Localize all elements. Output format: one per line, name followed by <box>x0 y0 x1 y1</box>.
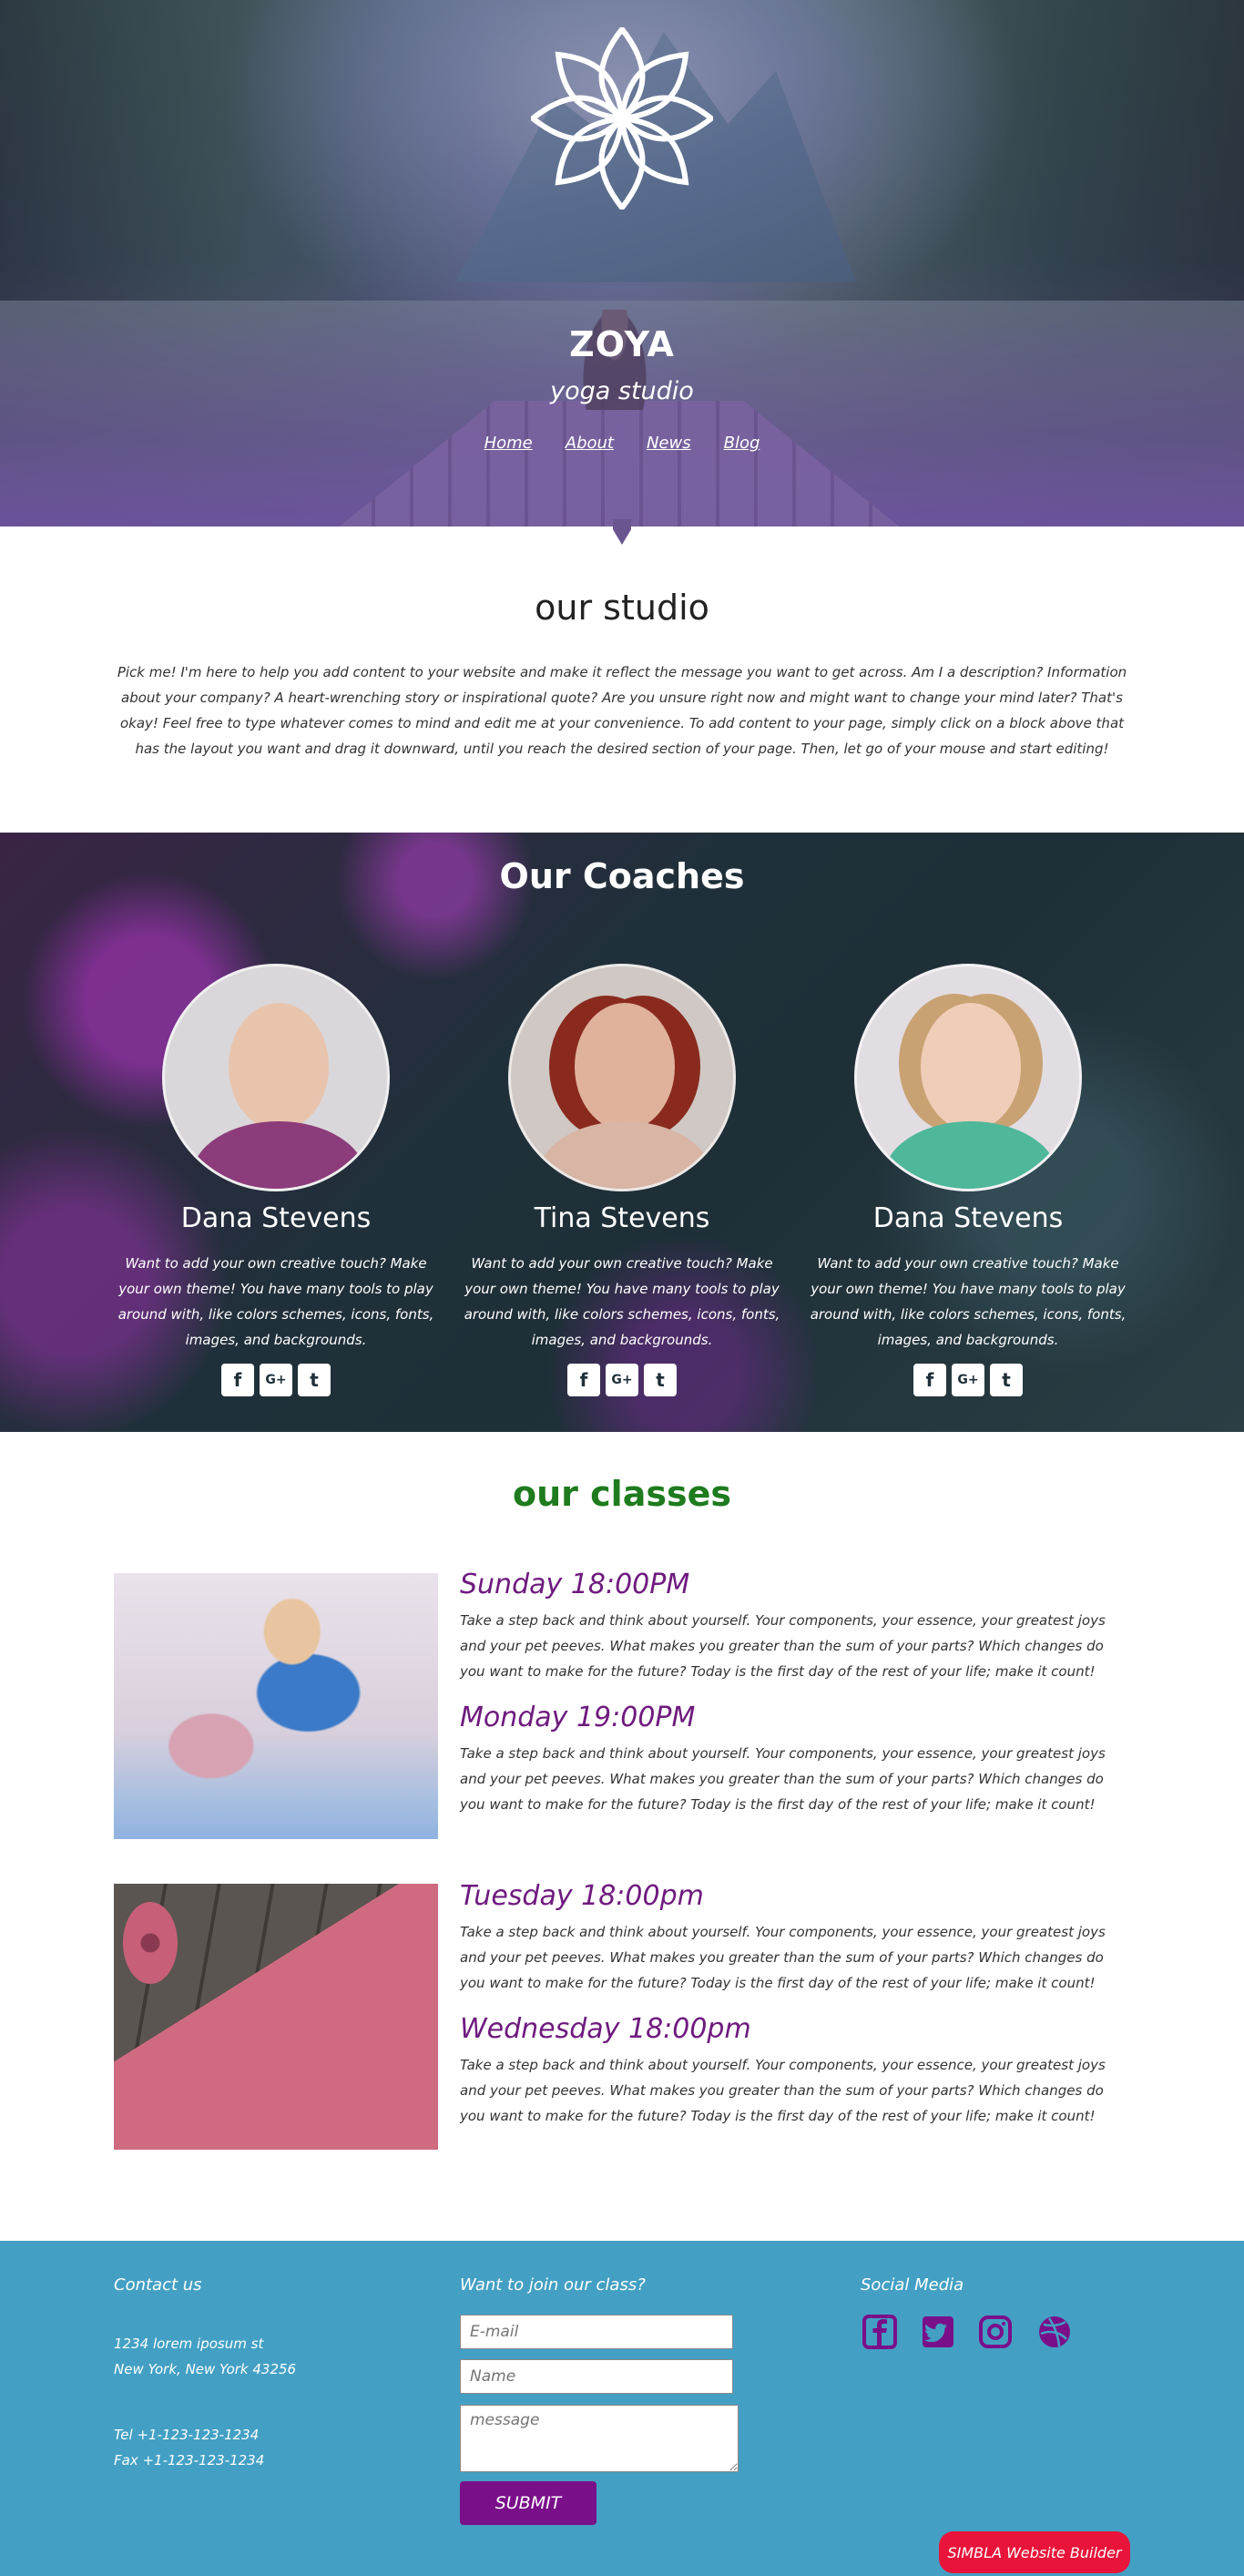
social-media-title: Social Media <box>861 2275 964 2295</box>
class-item: Sunday 18:00PM Take a step back and thin… <box>460 1569 1116 1684</box>
coach-bio: Want to add your own creative touch? Mak… <box>464 1255 780 1348</box>
classes-title: our classes <box>513 1474 731 1514</box>
class-item: Monday 19:00PM Take a step back and thin… <box>460 1702 1116 1817</box>
class-time: Wednesday 18:00pm <box>460 2013 751 2045</box>
address-line-1: 1234 lorem iposum st <box>114 2336 264 2352</box>
main-nav: Home About News Blog <box>0 434 1244 453</box>
coaches-title: Our Coaches <box>499 856 745 896</box>
twitter-icon[interactable] <box>920 2314 956 2350</box>
coach-name: Tina Stevens <box>534 1202 710 1234</box>
address-line-2: New York, New York 43256 <box>114 2361 297 2377</box>
facebook-icon[interactable]: f <box>567 1364 600 1396</box>
submit-button[interactable]: SUBMIT <box>460 2481 597 2525</box>
class-description: Take a step back and think about yoursel… <box>460 2057 1106 2124</box>
dribbble-icon[interactable] <box>1036 2314 1073 2350</box>
class-time: Sunday 18:00PM <box>460 1569 690 1600</box>
class-item: Tuesday 18:00pm Take a step back and thi… <box>460 1880 1116 1996</box>
simbla-badge[interactable]: SIMBLA Website Builder <box>939 2531 1130 2573</box>
coach-social-links: f G+ t <box>804 1364 1132 1396</box>
class-description: Take a step back and think about yoursel… <box>460 1612 1106 1680</box>
yoga-mat-image <box>114 1884 438 2150</box>
coach-avatar <box>162 964 390 1191</box>
coach-card: Dana Stevens Want to add your own creati… <box>112 964 440 1396</box>
hero-notch <box>613 519 631 545</box>
nav-blog-link[interactable]: Blog <box>724 434 760 453</box>
hero-section: ZOYA yoga studio Home About News Blog <box>0 0 1244 526</box>
studio-description: Pick me! I'm here to help you add conten… <box>117 664 1127 757</box>
message-field[interactable] <box>460 2405 739 2472</box>
facebook-icon[interactable]: f <box>221 1364 254 1396</box>
nav-home-link[interactable]: Home <box>484 434 533 453</box>
coach-avatar <box>854 964 1082 1191</box>
class-time: Tuesday 18:00pm <box>460 1880 704 1912</box>
email-field[interactable] <box>460 2315 733 2349</box>
twitter-icon[interactable]: t <box>298 1364 331 1396</box>
coach-bio: Want to add your own creative touch? Mak… <box>810 1255 1127 1348</box>
brand-subtitle: yoga studio <box>550 377 694 405</box>
class-description: Take a step back and think about yoursel… <box>460 1924 1106 1991</box>
nav-about-link[interactable]: About <box>566 434 614 453</box>
stretching-woman-image <box>114 1573 438 1839</box>
class-time: Monday 19:00PM <box>460 1702 696 1733</box>
studio-title: our studio <box>535 588 709 628</box>
google-plus-icon[interactable]: G+ <box>260 1364 292 1396</box>
join-title: Want to join our class? <box>460 2275 646 2295</box>
class-item: Wednesday 18:00pm Take a step back and t… <box>460 2013 1116 2129</box>
twitter-icon[interactable]: t <box>990 1364 1023 1396</box>
facebook-icon[interactable] <box>862 2314 898 2350</box>
coach-name: Dana Stevens <box>872 1202 1064 1234</box>
coach-social-links: f G+ t <box>458 1364 786 1396</box>
coaches-section: Our Coaches Dana Stevens Want to add you… <box>0 833 1244 1432</box>
class-description: Take a step back and think about yoursel… <box>460 1745 1106 1813</box>
google-plus-icon[interactable]: G+ <box>606 1364 638 1396</box>
google-plus-icon[interactable]: G+ <box>952 1364 984 1396</box>
instagram-icon[interactable] <box>977 2314 1014 2350</box>
coach-name: Dana Stevens <box>180 1202 372 1234</box>
coach-card: Tina Stevens Want to add your own creati… <box>458 964 786 1396</box>
facebook-icon[interactable]: f <box>913 1364 946 1396</box>
name-field[interactable] <box>460 2359 733 2394</box>
fax-number: Fax +1-123-123-1234 <box>114 2452 265 2469</box>
twitter-icon[interactable]: t <box>644 1364 677 1396</box>
coach-social-links: f G+ t <box>112 1364 440 1396</box>
coach-bio: Want to add your own creative touch? Mak… <box>117 1255 434 1348</box>
contact-title: Contact us <box>114 2275 202 2295</box>
phone-number: Tel +1-123-123-1234 <box>114 2427 260 2443</box>
nav-news-link[interactable]: News <box>647 434 691 453</box>
coach-avatar <box>508 964 736 1191</box>
lotus-logo-icon[interactable] <box>528 25 716 212</box>
coach-card: Dana Stevens Want to add your own creati… <box>804 964 1132 1396</box>
brand-title: ZOYA <box>569 324 675 364</box>
